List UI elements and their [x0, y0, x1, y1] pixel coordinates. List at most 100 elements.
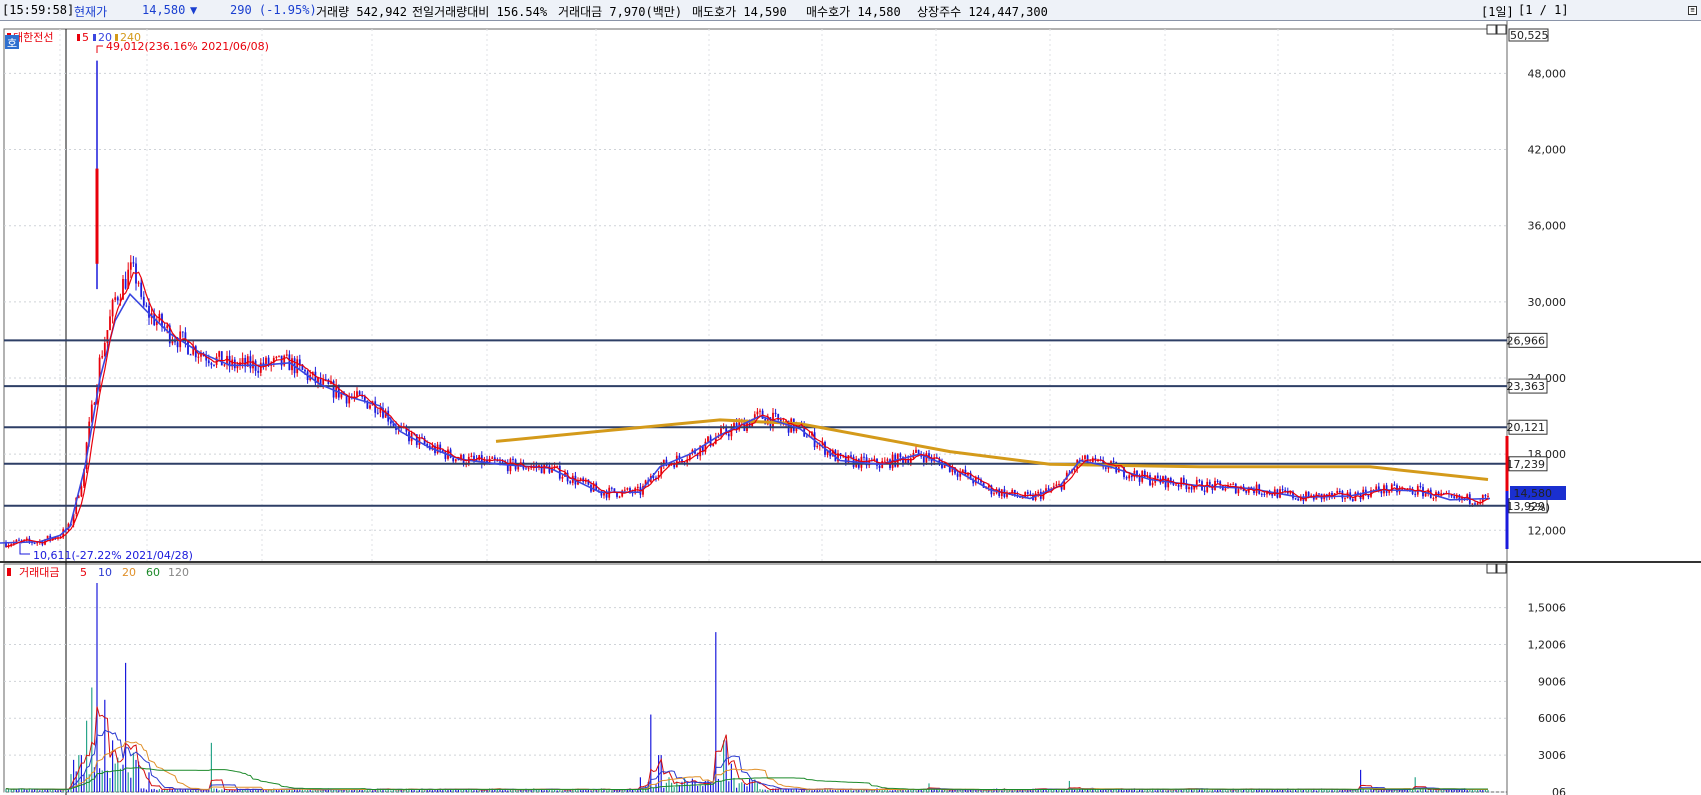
- min-price-label: 10,611(-27.22% 2021/04/28): [33, 549, 193, 562]
- candle-body: [259, 362, 262, 373]
- candle-body: [389, 421, 392, 424]
- candle-body: [80, 486, 83, 497]
- volume-legend-ma5[interactable]: 5: [80, 566, 87, 579]
- candle-body: [137, 282, 140, 284]
- candle-body: [176, 342, 179, 348]
- volume-legend-name[interactable]: 거래대금: [19, 566, 59, 579]
- candle-body: [886, 459, 889, 461]
- header-current-price: 14,580: [142, 3, 186, 17]
- candle-body: [1232, 483, 1235, 485]
- candle-body: [223, 364, 226, 366]
- legend-stock-name[interactable]: 대한전선: [13, 31, 53, 44]
- candle-body: [623, 489, 626, 491]
- candle-body: [805, 436, 808, 438]
- volume-legend-ma60[interactable]: 60: [146, 566, 160, 579]
- candle-body: [298, 359, 301, 365]
- volume-tick-label: 06: [1552, 786, 1566, 795]
- current-price-text: 14,580: [1514, 487, 1553, 500]
- candle-body: [626, 488, 629, 490]
- candle-body: [501, 461, 504, 463]
- volume-panel-frame: [3, 563, 1508, 793]
- candle-body: [103, 342, 106, 357]
- candle-body: [33, 543, 36, 545]
- candle-body: [1474, 503, 1476, 505]
- candle-body: [296, 359, 299, 374]
- volume-legend-ma20[interactable]: 20: [122, 566, 136, 579]
- price-panel-minimize-icon[interactable]: [1486, 24, 1497, 35]
- candle-body: [675, 455, 678, 468]
- volume-legend-marker: [7, 568, 11, 576]
- candle-body: [909, 458, 912, 464]
- candle-body: [1216, 480, 1219, 482]
- candle-body: [197, 356, 200, 358]
- legend-ma20[interactable]: 20: [98, 31, 112, 44]
- price-tick-label: 42,000: [1528, 144, 1567, 157]
- candle-body: [304, 369, 306, 372]
- period-button[interactable]: [1일]: [1481, 3, 1514, 20]
- candle-body: [1188, 487, 1190, 490]
- candle-body: [358, 391, 361, 395]
- header-turnover: 거래대금 7,970(백만): [558, 5, 683, 19]
- candle-body: [569, 481, 572, 483]
- candle-body: [1177, 484, 1180, 487]
- candle-body: [1198, 480, 1201, 482]
- candle-body: [1297, 498, 1300, 501]
- candle-body: [1203, 490, 1206, 492]
- candle-body: [285, 354, 288, 356]
- candle-body: [1318, 493, 1320, 495]
- candle-body: [878, 465, 881, 468]
- candle-body: [1047, 488, 1050, 490]
- price-panel-close-icon[interactable]: [1496, 24, 1507, 35]
- header-ask: 매도호가 14,590: [692, 5, 787, 19]
- price-top-label: 50,525: [1510, 29, 1549, 42]
- page-indicator[interactable]: [1 / 1]: [1518, 3, 1569, 17]
- legend-ma5[interactable]: 5: [82, 31, 89, 44]
- volume-legend-ma10[interactable]: 10: [98, 566, 112, 579]
- candle-body: [491, 457, 494, 459]
- volume-legend-ma120[interactable]: 120: [168, 566, 189, 579]
- volume-panel-minimize-icon[interactable]: [1486, 563, 1497, 574]
- candle-body: [116, 297, 119, 301]
- candle-body: [181, 331, 184, 333]
- candle-body: [1380, 491, 1383, 494]
- candle-body: [525, 468, 527, 470]
- window-menu-icon[interactable]: ≡: [1688, 6, 1697, 15]
- candle-body: [1440, 493, 1443, 495]
- candle-body: [1294, 498, 1297, 500]
- candle-body: [956, 473, 959, 477]
- level-label: 23,363: [1507, 380, 1546, 393]
- legend-ma240-swatch: [115, 34, 118, 41]
- price-tick-label: 12,000: [1528, 524, 1567, 537]
- level-label: 17,239: [1507, 458, 1546, 471]
- stock-chart[interactable]: 48,00042,00036,00030,00024,00018,00012,0…: [0, 21, 1701, 795]
- candle-body: [1112, 461, 1115, 463]
- legend-ma240[interactable]: 240: [120, 31, 141, 44]
- candle-body: [1336, 490, 1339, 494]
- candle-body: [561, 476, 564, 479]
- candle-body: [356, 391, 358, 397]
- candle-body: [452, 457, 455, 462]
- candle-body: [114, 297, 117, 300]
- candle-body: [233, 359, 236, 369]
- candle-body: [618, 496, 621, 498]
- volume-y-axis: 1,5006 1,2006 9006 6006 3006 06: [1528, 602, 1567, 795]
- candle-body: [369, 405, 371, 409]
- current-pct-text: 5%): [1528, 501, 1550, 514]
- volume-panel-close-icon[interactable]: [1496, 563, 1507, 574]
- candle-body: [376, 412, 379, 414]
- candle-body: [1388, 491, 1391, 493]
- candle-body: [278, 355, 280, 357]
- candle-body: [1471, 503, 1474, 505]
- candle-body: [1151, 482, 1154, 486]
- candle-body: [548, 465, 551, 473]
- candle-body: [707, 436, 709, 442]
- candle-body: [616, 492, 618, 497]
- candle-body: [850, 455, 852, 457]
- candle-body: [499, 461, 501, 463]
- candle-body: [1237, 489, 1240, 494]
- down-arrow-icon: ▼: [190, 3, 198, 17]
- legend-ma5-swatch: [77, 34, 80, 41]
- candle-body: [1156, 475, 1159, 479]
- volume-tick-label: 1,5006: [1528, 602, 1567, 615]
- price-panel-frame: [3, 28, 1508, 563]
